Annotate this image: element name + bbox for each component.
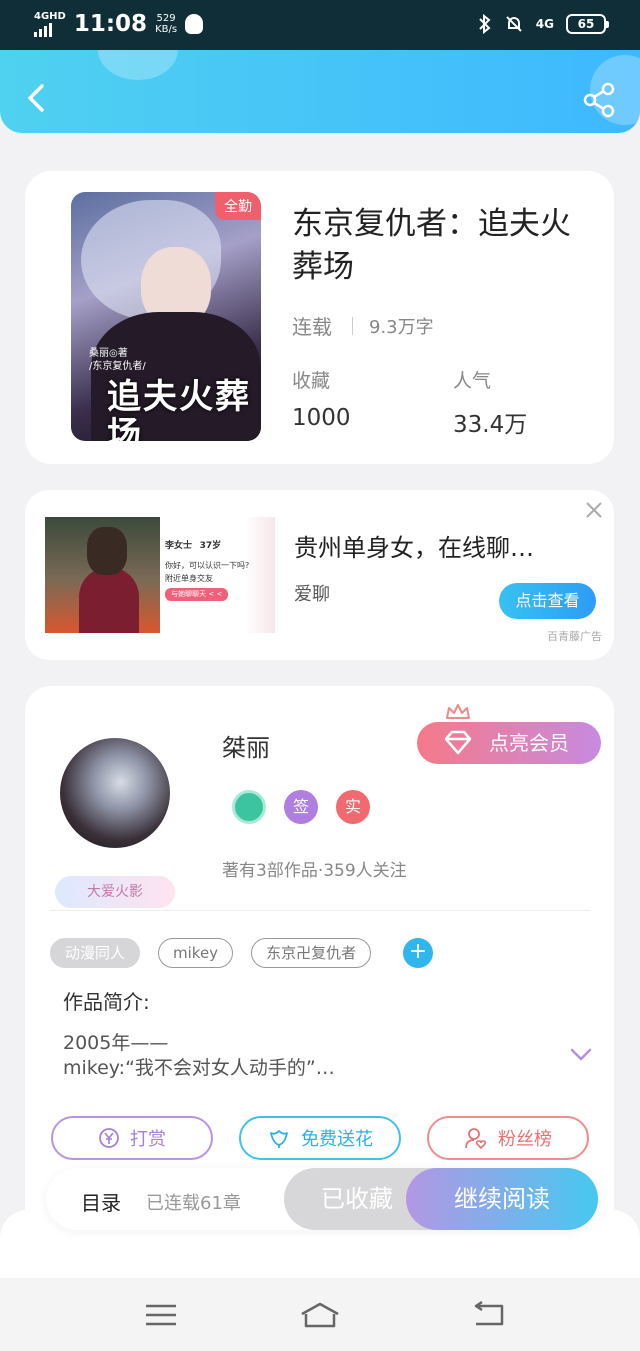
- status-time: 11:08: [73, 11, 148, 37]
- reward-button[interactable]: 打赏: [51, 1116, 213, 1160]
- speed-value: 529: [156, 13, 176, 24]
- battery-icon: 65: [566, 14, 609, 34]
- cover-author-line: 桑丽◎著: [89, 348, 128, 359]
- favorites-label: 收藏: [292, 370, 331, 392]
- flower-icon: [270, 1130, 288, 1148]
- tag-item[interactable]: 东京卍复仇者: [251, 938, 372, 968]
- ad-card[interactable]: 李女士 37岁 你好，可以认识一下吗? 附近单身交友 与她聊聊天 < < 贵州单…: [25, 490, 614, 660]
- speed-unit: KB/s: [155, 24, 178, 35]
- ad-close-icon[interactable]: [584, 500, 604, 520]
- fan-tag: 大爱火影: [55, 876, 175, 908]
- tag-item[interactable]: 动漫同人: [50, 938, 141, 968]
- ad-photo-body: [79, 567, 139, 633]
- crown-icon: [446, 704, 470, 719]
- author-actions: 打赏 免费送花 粉丝榜: [51, 1116, 589, 1160]
- chapter-count: 已连载61章: [146, 1193, 241, 1214]
- favorites-value: 1000: [292, 405, 351, 431]
- intro-heading: 作品简介:: [63, 990, 150, 1014]
- author-name[interactable]: 桀丽: [222, 728, 270, 763]
- full-attendance-badge: 全勤: [215, 192, 261, 220]
- ad-view-button[interactable]: 点击查看: [499, 583, 596, 619]
- ad-image-fade: [245, 517, 275, 633]
- ad-photo-head: [87, 527, 127, 575]
- back-button[interactable]: [20, 78, 56, 118]
- intro-line: mikey:“我不会对女人动手的”…: [63, 1057, 335, 1079]
- handshake-badge-icon: [232, 790, 266, 824]
- meta-divider: [352, 316, 353, 335]
- popularity-stat: 人气 33.4万: [453, 366, 527, 439]
- verified-badge: 实: [336, 790, 370, 824]
- share-button[interactable]: [580, 80, 620, 120]
- popularity-label: 人气: [453, 370, 492, 392]
- home-icon[interactable]: [300, 1300, 340, 1330]
- cover-title: 追夫火葬场: [107, 377, 251, 441]
- author-avatar[interactable]: [60, 738, 170, 848]
- network-type-right: 4G: [535, 17, 554, 31]
- popularity-value: 33.4万: [453, 412, 528, 438]
- tag-item[interactable]: mikey: [158, 938, 234, 968]
- favorites-stat: 收藏 1000: [292, 366, 351, 431]
- ad-subtitle: 爱聊: [294, 584, 330, 605]
- divider: [50, 910, 590, 911]
- ad-photo: [45, 517, 160, 633]
- ad-chat-age: 37岁: [199, 541, 222, 551]
- book-title: 东京复仇者：追夫火葬场: [292, 206, 571, 285]
- book-cover[interactable]: 桑丽◎著 /东京复仇者/ 追夫火葬场 全勤: [71, 192, 261, 441]
- intro-line: 2005年——: [63, 1032, 169, 1054]
- diamond-icon: [444, 730, 472, 755]
- author-stats: 著有3部作品·359人关注: [222, 861, 407, 881]
- signal-icon: [34, 22, 66, 37]
- qq-icon: [185, 14, 204, 34]
- network-speed: 529 KB/s: [155, 13, 177, 35]
- ad-chat-name: 李女士: [165, 541, 193, 551]
- reward-label: 打赏: [130, 1129, 166, 1150]
- yen-icon: [99, 1128, 119, 1148]
- fans-rank-button[interactable]: 粉丝榜: [427, 1116, 589, 1160]
- signed-badge: 签: [284, 790, 318, 824]
- book-word-count: 9.3万字: [369, 316, 434, 338]
- book-tags: 动漫同人 mikey 东京卍复仇者 +: [50, 938, 434, 968]
- app-header: 4GHD 11:08 529 KB/s 4G 65: [0, 0, 640, 133]
- menu-icon[interactable]: [141, 1300, 181, 1330]
- fans-rank-label: 粉丝榜: [498, 1129, 552, 1150]
- system-nav-bar: [0, 1278, 640, 1351]
- book-meta: 连载 9.3万字: [292, 311, 434, 340]
- free-flower-label: 免费送花: [301, 1129, 373, 1150]
- status-bar: 4GHD 11:08 529 KB/s 4G 65: [0, 0, 640, 50]
- book-info-card: 桑丽◎著 /东京复仇者/ 追夫火葬场 全勤 东京复仇者：追夫火葬场 连载 9.3…: [25, 171, 614, 464]
- read-bar: 目录 已连载61章 已收藏 继续阅读: [46, 1168, 598, 1230]
- author-card: 大爱火影 桀丽 点亮会员 签 实 著有3部作品·359人关注 动漫同人 mike…: [25, 686, 614, 1246]
- cover-author: 桑丽◎著 /东京复仇者/: [89, 347, 146, 373]
- intro-text[interactable]: 2005年—— mikey:“我不会对女人动手的”…: [63, 1031, 543, 1081]
- mute-bell-icon: [506, 16, 522, 32]
- ad-chat-button: 与她聊聊天 < <: [165, 588, 229, 601]
- bluetooth-icon: [479, 14, 491, 34]
- author-badges: 签 实: [232, 790, 370, 824]
- ad-source-label: 百青藤广告: [547, 630, 602, 643]
- toc-button[interactable]: 目录: [81, 1187, 121, 1216]
- continue-reading-button[interactable]: 继续阅读: [406, 1168, 598, 1230]
- person-heart-icon: [465, 1128, 487, 1150]
- chevron-down-icon[interactable]: [570, 1048, 592, 1062]
- book-status: 连载: [292, 315, 332, 339]
- free-flower-button[interactable]: 免费送花: [239, 1116, 401, 1160]
- ad-title[interactable]: 贵州单身女，在线聊…: [294, 528, 534, 563]
- back-nav-icon[interactable]: [468, 1300, 508, 1330]
- add-tag-button[interactable]: +: [403, 938, 434, 968]
- ad-image[interactable]: 李女士 37岁 你好，可以认识一下吗? 附近单身交友 与她聊聊天 < <: [45, 517, 273, 633]
- network-type: 4GHD: [34, 10, 66, 22]
- cover-series-line: /东京复仇者/: [89, 361, 146, 372]
